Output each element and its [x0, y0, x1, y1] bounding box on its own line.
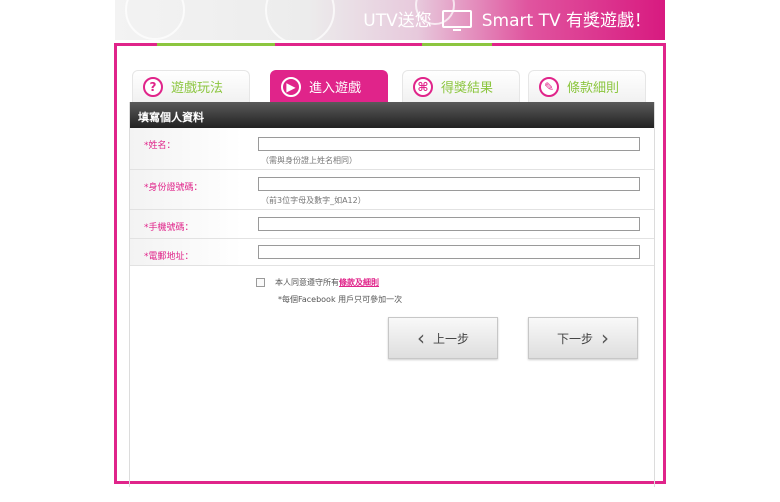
tv-icon	[441, 9, 472, 31]
email-input[interactable]	[258, 245, 640, 259]
tab-bar: ? 遊戲玩法 ▶ 進入遊戲 ⌘ 得獎結果 ✎ 條款細則	[132, 70, 652, 102]
banner-prefix: UTV送您	[363, 11, 432, 31]
play-icon: ▶	[281, 76, 301, 97]
terms-link[interactable]: 條款及細則	[339, 278, 379, 287]
gift-icon: ⌘	[413, 76, 433, 97]
name-input[interactable]	[258, 137, 640, 151]
decor-bubble	[265, 0, 335, 40]
field-label: *手機號碼：	[130, 210, 242, 238]
id-number-hint: （前3位字母及數字_如A12）	[261, 196, 366, 205]
tab-terms[interactable]: ✎ 條款細則	[528, 70, 646, 102]
banner-text: UTV送您 Smart TV 有獎遊戲！	[363, 6, 651, 31]
frame-accent	[422, 43, 492, 46]
chevron-left-icon: ‹	[416, 326, 425, 350]
tab-label: 進入遊戲	[309, 81, 362, 96]
agree-terms: 本人同意遵守所有條款及細則	[256, 277, 379, 288]
form-row-mobile: *手機號碼：	[130, 210, 654, 239]
promo-banner: UTV送您 Smart TV 有獎遊戲！	[115, 0, 665, 40]
name-hint: （需與身份證上姓名相同）	[261, 156, 357, 165]
tab-label: 得獎結果	[441, 81, 494, 96]
next-step-label: 下一步	[556, 331, 593, 346]
tab-label: 條款細則	[567, 81, 620, 96]
tab-enter-game[interactable]: ▶ 進入遊戲	[270, 70, 388, 102]
banner-product: Smart TV 有獎遊戲！	[481, 11, 651, 31]
tab-results[interactable]: ⌘ 得獎結果	[402, 70, 520, 102]
chevron-right-icon: ›	[601, 326, 609, 350]
pencil-icon: ✎	[539, 76, 559, 97]
tab-label: 遊戲玩法	[171, 81, 224, 96]
prev-step-label: 上一步	[432, 331, 469, 346]
prev-step-button[interactable]: ‹ 上一步	[388, 317, 498, 359]
field-label: *姓名：	[130, 128, 242, 169]
form-row-id: *身份證號碼： （前3位字母及數字_如A12）	[130, 170, 654, 210]
agree-text: 本人同意遵守所有	[275, 278, 339, 287]
field-label: *身份證號碼：	[130, 170, 242, 209]
form-title: 填寫個人資料	[130, 102, 654, 128]
game-frame: ? 遊戲玩法 ▶ 進入遊戲 ⌘ 得獎結果 ✎ 條款細則 填寫個人資料 *姓名： …	[114, 43, 666, 487]
agree-checkbox[interactable]	[256, 278, 265, 287]
form-row-email: *電郵地址：	[130, 239, 654, 266]
decor-bubble	[125, 0, 185, 40]
form-row-name: *姓名： （需與身份證上姓名相同）	[130, 128, 654, 170]
personal-info-form: 填寫個人資料 *姓名： （需與身份證上姓名相同） *身份證號碼： （前3位字母及…	[129, 102, 655, 487]
facebook-note: *每個Facebook 用戶只可參加一次	[278, 295, 403, 304]
field-label: *電郵地址：	[130, 239, 242, 265]
tab-how-to-play[interactable]: ? 遊戲玩法	[132, 70, 250, 102]
frame-accent	[157, 43, 275, 46]
id-number-input[interactable]	[258, 177, 640, 191]
question-icon: ?	[143, 76, 163, 97]
mobile-input[interactable]	[258, 217, 640, 231]
next-step-button[interactable]: 下一步 ›	[528, 317, 638, 359]
page: UTV送您 Smart TV 有獎遊戲！ ? 遊戲玩法 ▶ 進入遊戲 ⌘ 得獎結…	[0, 0, 780, 502]
